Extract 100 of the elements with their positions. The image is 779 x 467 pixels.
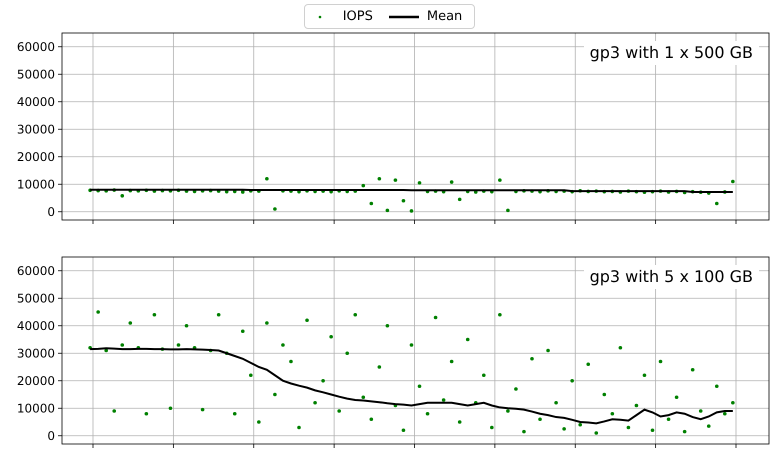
scatter-point bbox=[458, 420, 462, 424]
scatter-point bbox=[144, 412, 148, 416]
scatter-point bbox=[723, 190, 727, 194]
scatter-point bbox=[698, 409, 702, 413]
scatter-point bbox=[650, 190, 654, 194]
scatter-point bbox=[618, 190, 622, 194]
scatter-point bbox=[313, 400, 317, 405]
scatter-point bbox=[257, 189, 261, 193]
scatter-point bbox=[120, 343, 124, 347]
scatter-point bbox=[120, 194, 124, 198]
scatter-point bbox=[682, 190, 686, 194]
scatter-point bbox=[642, 373, 646, 378]
tick-mark bbox=[58, 101, 62, 102]
scatter-point bbox=[313, 190, 317, 194]
tick-mark bbox=[655, 220, 656, 224]
scatter-point bbox=[361, 184, 366, 188]
scatter-point bbox=[257, 420, 261, 424]
scatter-point bbox=[482, 189, 486, 193]
scatter-point bbox=[216, 189, 220, 193]
tick-mark bbox=[655, 444, 656, 448]
tick-mark bbox=[58, 352, 62, 354]
scatter-point bbox=[498, 312, 502, 317]
scatter-point bbox=[530, 189, 534, 193]
scatter-point bbox=[361, 395, 366, 400]
legend-label: Mean bbox=[426, 8, 462, 26]
scatter-point bbox=[378, 176, 382, 181]
scatter-point bbox=[152, 189, 156, 193]
scatter-point bbox=[386, 208, 390, 212]
y-tick-label: 50000 bbox=[16, 67, 55, 82]
scatter-point bbox=[410, 343, 414, 347]
scatter-point bbox=[554, 190, 558, 194]
scatter-point bbox=[144, 188, 148, 192]
scatter-point bbox=[538, 417, 542, 422]
scatter-point bbox=[96, 310, 100, 314]
scatter-point bbox=[378, 365, 382, 369]
tick-mark bbox=[414, 220, 415, 224]
plot-title: gp3 with 5 x 100 GB bbox=[584, 265, 759, 289]
scatter-point bbox=[522, 189, 526, 193]
scatter-point bbox=[232, 190, 237, 194]
scatter-point bbox=[514, 387, 518, 391]
scatter-point bbox=[626, 189, 630, 193]
scatter-point bbox=[706, 424, 711, 428]
tick-mark bbox=[334, 220, 335, 224]
y-tick-label: 60000 bbox=[16, 264, 55, 278]
scatter-point bbox=[562, 189, 566, 193]
scatter-point bbox=[128, 321, 132, 325]
scatter-point bbox=[394, 404, 398, 408]
scatter-point bbox=[666, 417, 670, 422]
scatter-point bbox=[714, 202, 719, 206]
tick-mark bbox=[58, 270, 62, 272]
tick-mark bbox=[58, 380, 62, 382]
scatter-point bbox=[281, 343, 285, 347]
tick-mark bbox=[494, 444, 496, 448]
scatter-point bbox=[104, 189, 108, 193]
scatter-point bbox=[690, 190, 694, 194]
scatter-point bbox=[450, 360, 454, 364]
scatter-point bbox=[160, 188, 164, 192]
scatter-point bbox=[152, 312, 156, 317]
scatter-point bbox=[386, 324, 390, 328]
scatter-point bbox=[474, 190, 478, 194]
scatter-point bbox=[706, 191, 711, 195]
scatter-point bbox=[208, 348, 212, 352]
scatter-point bbox=[546, 348, 550, 352]
scatter-point bbox=[305, 189, 309, 193]
scatter-point bbox=[442, 190, 446, 194]
scatter-point bbox=[184, 189, 188, 193]
scatter-point bbox=[731, 180, 735, 184]
scatter-point bbox=[321, 378, 325, 383]
tick-mark bbox=[253, 220, 254, 224]
legend-label: IOPS bbox=[342, 8, 373, 26]
scatter-point bbox=[506, 409, 510, 413]
scatter-point bbox=[674, 190, 678, 194]
scatter-point bbox=[442, 398, 446, 402]
scatter-point bbox=[168, 406, 172, 410]
tick-mark bbox=[92, 444, 94, 448]
tick-mark bbox=[58, 298, 62, 299]
scatter-point bbox=[482, 373, 486, 378]
scatter-point bbox=[731, 400, 735, 405]
tick-mark bbox=[58, 184, 62, 185]
y-tick-label: 30000 bbox=[16, 346, 55, 360]
scatter-point bbox=[249, 373, 253, 378]
y-tick-label: 30000 bbox=[16, 122, 55, 136]
scatter-point bbox=[586, 362, 590, 366]
scatter-point bbox=[402, 428, 406, 432]
scatter-point bbox=[88, 346, 92, 350]
tick-mark bbox=[253, 444, 254, 448]
scatter-point bbox=[273, 392, 277, 396]
tick-mark bbox=[414, 444, 415, 448]
scatter-point bbox=[618, 346, 622, 350]
scatter-point bbox=[337, 189, 341, 193]
scatter-point bbox=[370, 417, 374, 422]
scatter-point bbox=[538, 190, 542, 194]
tick-mark bbox=[58, 74, 62, 75]
scatter-point bbox=[578, 189, 582, 193]
scatter-point bbox=[200, 408, 204, 412]
scatter-point bbox=[329, 334, 333, 339]
y-tick-label: 0 bbox=[47, 204, 55, 219]
scatter-point bbox=[112, 188, 116, 192]
scatter-point bbox=[249, 189, 253, 193]
scatter-point bbox=[224, 190, 228, 194]
